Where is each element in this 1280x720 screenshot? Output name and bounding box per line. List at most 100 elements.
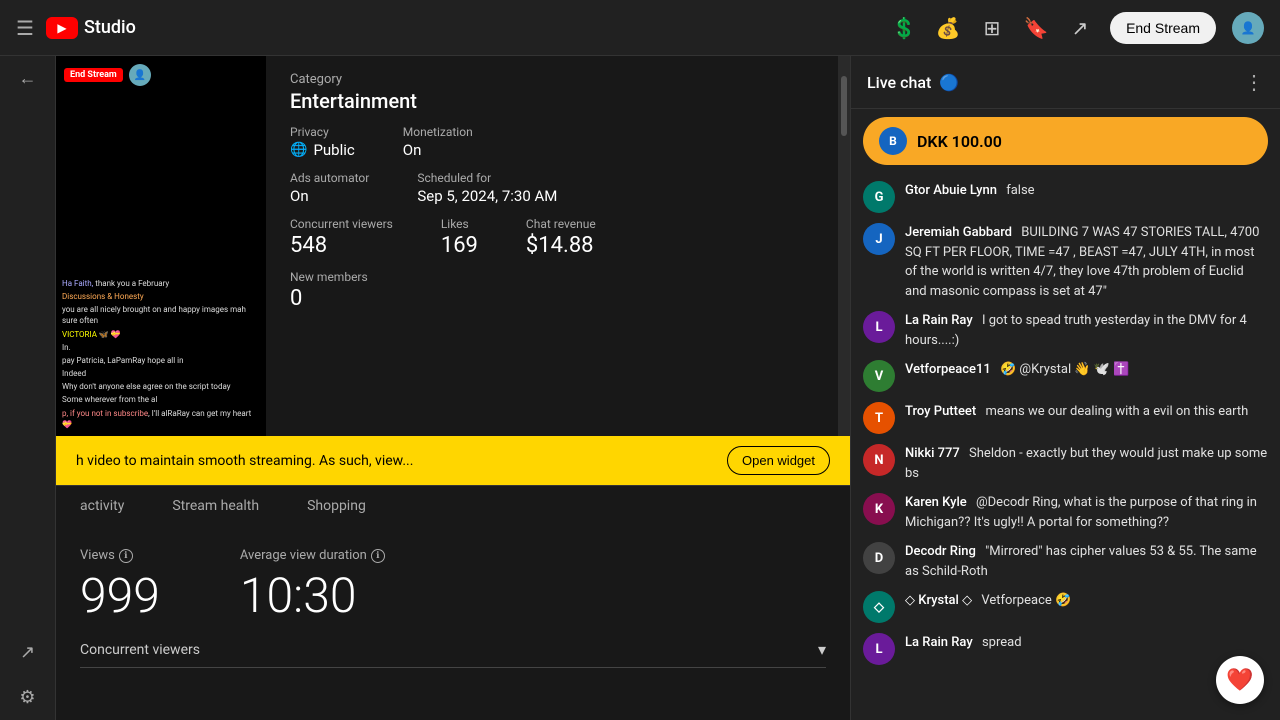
banner-text: h video to maintain smooth streaming. As… [76, 453, 413, 469]
msg-username-4: Troy Putteet [905, 404, 976, 419]
chat-header: Live chat 🔵 ⋮ [851, 56, 1280, 109]
studio-label: Studio [84, 17, 136, 38]
msg-avatar-8: ◇ [863, 591, 895, 623]
views-block: Views ℹ 999 [80, 548, 160, 624]
msg-username-1: Jeremiah Gabbard [905, 225, 1012, 240]
msg-username-3: Vetforpeace11 [905, 362, 991, 377]
privacy-block: Privacy 🌐 Public [290, 125, 355, 159]
preview-line-5: In. [62, 342, 260, 353]
dollar-s-icon[interactable]: 💰 [934, 16, 962, 40]
monetization-block: Monetization On [403, 125, 473, 159]
preview-avatar: 👤 [129, 64, 151, 86]
msg-content-6: Karen Kyle @Decodr Ring, what is the pur… [905, 493, 1268, 532]
msg-content-4: Troy Putteet means we our dealing with a… [905, 402, 1268, 422]
topbar: ☰ Studio 💲 💰 ⊞ 🔖 ↗ End Stream 👤 [0, 0, 1280, 56]
stats-area: Views ℹ 999 Average view duration ℹ 10:3… [56, 528, 850, 720]
heart-button[interactable]: ❤️ [1216, 656, 1264, 704]
msg-avatar-7: D [863, 542, 895, 574]
msg-avatar-1: J [863, 223, 895, 255]
msg-username-8: ◇ Krystal ◇ [905, 593, 972, 608]
superchat-avatar: B [879, 127, 907, 155]
category-section: Category Entertainment [290, 72, 814, 113]
concurrent-row[interactable]: Concurrent viewers ▾ [80, 640, 826, 668]
dollar-circle-icon[interactable]: 💲 [890, 16, 918, 40]
ads-block: Ads automator On [290, 171, 369, 205]
ads-scheduled-row: Ads automator On Scheduled for Sep 5, 20… [290, 171, 814, 205]
stream-top: End Stream 👤 Ha Faith, thank you a Febru… [56, 56, 850, 436]
settings-icon[interactable]: ⚙ [19, 687, 35, 708]
msg-text-4: means we our dealing with a evil on this… [985, 404, 1248, 419]
open-widget-button[interactable]: Open widget [727, 446, 830, 475]
msg-avatar-6: K [863, 493, 895, 525]
viewers-label: Concurrent viewers [290, 217, 393, 231]
live-dot-icon: 🔵 [939, 73, 959, 92]
avg-duration-info-icon[interactable]: ℹ [371, 549, 385, 563]
main-layout: ← ↗ ⚙ End Stream 👤 Ha Faith, thank you a… [0, 56, 1280, 720]
scheduled-label: Scheduled for [417, 171, 557, 185]
chevron-down-icon: ▾ [818, 640, 826, 659]
msg-username-2: La Rain Ray [905, 313, 973, 328]
chat-message-0: G Gtor Abuie Lynn false [863, 181, 1268, 213]
back-icon[interactable]: ← [19, 68, 37, 89]
msg-avatar-4: T [863, 402, 895, 434]
metrics-row: Concurrent viewers 548 Likes 169 Chat re… [290, 217, 814, 258]
grid-icon[interactable]: ⊞ [978, 16, 1006, 40]
preview-line-3: you are all nicely brought on and happy … [62, 304, 260, 326]
scheduled-block: Scheduled for Sep 5, 2024, 7:30 AM [417, 171, 557, 205]
chat-panel: Live chat 🔵 ⋮ B DKK 100.00 G Gtor Abuie … [850, 56, 1280, 720]
msg-avatar-2: L [863, 311, 895, 343]
msg-username-7: Decodr Ring [905, 544, 976, 559]
tab-activity[interactable]: activity [56, 486, 148, 528]
monetization-label: Monetization [403, 125, 473, 139]
tab-shopping[interactable]: Shopping [283, 486, 390, 528]
msg-username-0: Gtor Abuie Lynn [905, 183, 997, 198]
stream-info: Category Entertainment Privacy 🌐 Public … [266, 56, 838, 436]
chat-message-6: K Karen Kyle @Decodr Ring, what is the p… [863, 493, 1268, 532]
end-stream-badge: End Stream [64, 68, 123, 82]
msg-text-3: 🤣 @Krystal 👋 🕊️ ✝️ [1000, 362, 1129, 377]
preview-line-8: Why don't anyone else agree on the scrip… [62, 381, 260, 392]
yt-logo: Studio [46, 17, 136, 39]
privacy-value: Public [313, 141, 354, 159]
superchat-bar: B DKK 100.00 [863, 117, 1268, 165]
msg-username-6: Karen Kyle [905, 495, 967, 510]
revenue-label: Chat revenue [526, 217, 596, 231]
stats-row: Views ℹ 999 Average view duration ℹ 10:3… [80, 548, 826, 624]
category-label: Category [290, 72, 814, 87]
msg-content-8: ◇ Krystal ◇ Vetforpeace 🤣 [905, 591, 1268, 611]
chat-panel-wrapper: G Gtor Abuie Lynn false J Jeremiah Gabba… [851, 173, 1280, 720]
preview-line-6: pay Patricia, LaPamRay hope all in [62, 355, 260, 366]
preview-chat-lines: Ha Faith, thank you a February Discussio… [56, 274, 266, 436]
chat-messages: G Gtor Abuie Lynn false J Jeremiah Gabba… [851, 173, 1280, 720]
end-stream-button[interactable]: End Stream [1110, 12, 1216, 44]
privacy-value-row: 🌐 Public [290, 141, 355, 159]
chat-more-icon[interactable]: ⋮ [1244, 70, 1264, 94]
tab-stream-health[interactable]: Stream health [148, 486, 283, 528]
views-info-icon[interactable]: ℹ [119, 549, 133, 563]
superchat-amount: DKK 100.00 [917, 132, 1002, 151]
msg-content-1: Jeremiah Gabbard BUILDING 7 WAS 47 STORI… [905, 223, 1268, 301]
msg-content-9: La Rain Ray spread [905, 633, 1268, 653]
members-block: New members 0 [290, 270, 814, 311]
likes-block: Likes 169 [441, 217, 478, 258]
members-value: 0 [290, 286, 814, 311]
export-icon[interactable]: ↗ [20, 642, 35, 663]
youtube-icon [46, 17, 78, 39]
ads-label: Ads automator [290, 171, 369, 185]
revenue-block: Chat revenue $14.88 [526, 217, 596, 258]
stream-preview: End Stream 👤 Ha Faith, thank you a Febru… [56, 56, 266, 436]
share-icon[interactable]: ↗ [1066, 16, 1094, 40]
bookmark-icon[interactable]: 🔖 [1022, 16, 1050, 40]
chat-message-3: V Vetforpeace11 🤣 @Krystal 👋 🕊️ ✝️ [863, 360, 1268, 392]
msg-username-9: La Rain Ray [905, 635, 973, 650]
user-avatar[interactable]: 👤 [1232, 12, 1264, 44]
concurrent-label: Concurrent viewers [80, 642, 200, 658]
topbar-right: 💲 💰 ⊞ 🔖 ↗ End Stream 👤 [890, 12, 1264, 44]
preview-line-4: VICTORIA 🦋 💝 [62, 329, 260, 340]
chat-message-4: T Troy Putteet means we our dealing with… [863, 402, 1268, 434]
chat-message-5: N Nikki 777 Sheldon - exactly but they w… [863, 444, 1268, 483]
scrollbar[interactable] [838, 56, 850, 436]
avg-duration-label: Average view duration ℹ [240, 548, 385, 563]
hamburger-icon[interactable]: ☰ [16, 16, 34, 40]
yellow-banner: h video to maintain smooth streaming. As… [56, 436, 850, 485]
